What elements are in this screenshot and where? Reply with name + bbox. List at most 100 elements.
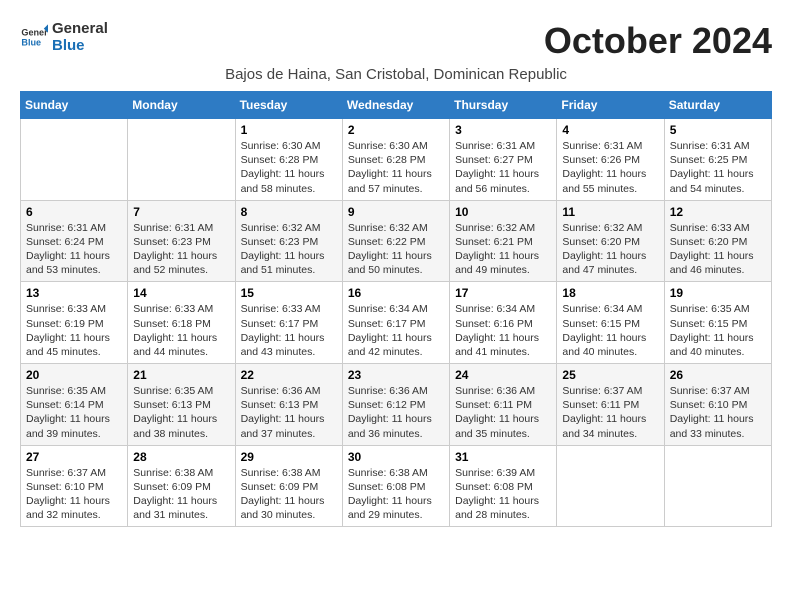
calendar-cell: 15Sunrise: 6:33 AMSunset: 6:17 PMDayligh… xyxy=(235,282,342,364)
day-number: 23 xyxy=(348,368,444,382)
calendar-cell: 17 Sunrise: 6:34 AMSunset: 6:16 PMDayligh… xyxy=(450,282,557,364)
calendar-cell xyxy=(664,445,771,527)
day-info: Sunrise: 6:34 AMSunset: 6:15 PMDaylight:… xyxy=(562,302,658,359)
day-info: Sunrise: 6:32 AMSunset: 6:22 PMDaylight:… xyxy=(348,221,444,278)
day-number: 18 xyxy=(562,286,658,300)
subtitle: Bajos de Haina, San Cristobal, Dominican… xyxy=(20,66,772,83)
header-friday: Friday xyxy=(557,92,664,119)
logo-icon: General Blue xyxy=(20,23,48,51)
day-number: 5 xyxy=(670,123,766,137)
day-info: Sunrise: 6:35 AMSunset: 6:15 PMDaylight:… xyxy=(670,302,766,359)
calendar-cell: 14 Sunrise: 6:33 AMSunset: 6:18 PMDayligh… xyxy=(128,282,235,364)
day-info: Sunrise: 6:34 AMSunset: 6:16 PMDaylight:… xyxy=(455,302,551,359)
day-number: 21 xyxy=(133,368,229,382)
day-number: 8 xyxy=(241,205,337,219)
day-number: 26 xyxy=(670,368,766,382)
logo-line2: Blue xyxy=(52,37,108,54)
day-info: Sunrise: 6:39 AMSunset: 6:08 PMDaylight:… xyxy=(455,466,551,523)
day-number: 13 xyxy=(26,286,122,300)
calendar-cell: 20Sunrise: 6:35 AMSunset: 6:14 PMDayligh… xyxy=(21,364,128,446)
calendar-cell: 10 Sunrise: 6:32 AMSunset: 6:21 PMDayligh… xyxy=(450,200,557,282)
day-number: 25 xyxy=(562,368,658,382)
day-number: 7 xyxy=(133,205,229,219)
day-number: 31 xyxy=(455,450,551,464)
calendar-cell: 12Sunrise: 6:33 AMSunset: 6:20 PMDayligh… xyxy=(664,200,771,282)
day-number: 22 xyxy=(241,368,337,382)
page-header: General Blue General Blue October 2024 xyxy=(20,20,772,62)
day-number: 4 xyxy=(562,123,658,137)
calendar-cell: 9 Sunrise: 6:32 AMSunset: 6:22 PMDaylight… xyxy=(342,200,449,282)
calendar-header-row: SundayMondayTuesdayWednesdayThursdayFrid… xyxy=(21,92,772,119)
calendar-week-2: 6Sunrise: 6:31 AMSunset: 6:24 PMDaylight… xyxy=(21,200,772,282)
day-number: 19 xyxy=(670,286,766,300)
calendar-cell: 24Sunrise: 6:36 AMSunset: 6:11 PMDayligh… xyxy=(450,364,557,446)
calendar-cell: 3 Sunrise: 6:31 AMSunset: 6:27 PMDaylight… xyxy=(450,119,557,201)
day-number: 10 xyxy=(455,205,551,219)
svg-text:Blue: Blue xyxy=(21,37,41,47)
calendar-cell: 7Sunrise: 6:31 AMSunset: 6:23 PMDaylight… xyxy=(128,200,235,282)
calendar-cell: 21 Sunrise: 6:35 AMSunset: 6:13 PMDayligh… xyxy=(128,364,235,446)
calendar-cell: 27 Sunrise: 6:37 AMSunset: 6:10 PMDayligh… xyxy=(21,445,128,527)
calendar-cell: 25 Sunrise: 6:37 AMSunset: 6:11 PMDayligh… xyxy=(557,364,664,446)
day-info: Sunrise: 6:32 AMSunset: 6:21 PMDaylight:… xyxy=(455,221,551,278)
calendar-cell: 11Sunrise: 6:32 AMSunset: 6:20 PMDayligh… xyxy=(557,200,664,282)
day-number: 3 xyxy=(455,123,551,137)
day-number: 2 xyxy=(348,123,444,137)
calendar-cell: 22 Sunrise: 6:36 AMSunset: 6:13 PMDayligh… xyxy=(235,364,342,446)
day-info: Sunrise: 6:38 AMSunset: 6:09 PMDaylight:… xyxy=(133,466,229,523)
day-info: Sunrise: 6:36 AMSunset: 6:12 PMDaylight:… xyxy=(348,384,444,441)
day-number: 17 xyxy=(455,286,551,300)
day-number: 9 xyxy=(348,205,444,219)
calendar-cell: 16Sunrise: 6:34 AMSunset: 6:17 PMDayligh… xyxy=(342,282,449,364)
svg-text:General: General xyxy=(21,28,48,38)
day-number: 16 xyxy=(348,286,444,300)
day-info: Sunrise: 6:37 AMSunset: 6:11 PMDaylight:… xyxy=(562,384,658,441)
day-info: Sunrise: 6:31 AMSunset: 6:24 PMDaylight:… xyxy=(26,221,122,278)
day-info: Sunrise: 6:38 AMSunset: 6:08 PMDaylight:… xyxy=(348,466,444,523)
calendar-cell: 30Sunrise: 6:38 AMSunset: 6:08 PMDayligh… xyxy=(342,445,449,527)
calendar-cell: 28 Sunrise: 6:38 AMSunset: 6:09 PMDayligh… xyxy=(128,445,235,527)
calendar-table: SundayMondayTuesdayWednesdayThursdayFrid… xyxy=(20,91,772,527)
day-info: Sunrise: 6:33 AMSunset: 6:18 PMDaylight:… xyxy=(133,302,229,359)
header-wednesday: Wednesday xyxy=(342,92,449,119)
calendar-cell xyxy=(21,119,128,201)
day-number: 14 xyxy=(133,286,229,300)
day-info: Sunrise: 6:31 AMSunset: 6:25 PMDaylight:… xyxy=(670,139,766,196)
calendar-cell: 5 Sunrise: 6:31 AMSunset: 6:25 PMDaylight… xyxy=(664,119,771,201)
calendar-cell: 4 Sunrise: 6:31 AMSunset: 6:26 PMDaylight… xyxy=(557,119,664,201)
header-tuesday: Tuesday xyxy=(235,92,342,119)
day-info: Sunrise: 6:31 AMSunset: 6:26 PMDaylight:… xyxy=(562,139,658,196)
day-info: Sunrise: 6:33 AMSunset: 6:19 PMDaylight:… xyxy=(26,302,122,359)
calendar-cell xyxy=(128,119,235,201)
day-number: 12 xyxy=(670,205,766,219)
calendar-cell: 19 Sunrise: 6:35 AMSunset: 6:15 PMDayligh… xyxy=(664,282,771,364)
day-number: 29 xyxy=(241,450,337,464)
day-info: Sunrise: 6:35 AMSunset: 6:14 PMDaylight:… xyxy=(26,384,122,441)
day-number: 28 xyxy=(133,450,229,464)
day-number: 24 xyxy=(455,368,551,382)
calendar-cell xyxy=(557,445,664,527)
day-info: Sunrise: 6:36 AMSunset: 6:13 PMDaylight:… xyxy=(241,384,337,441)
header-saturday: Saturday xyxy=(664,92,771,119)
calendar-cell: 18 Sunrise: 6:34 AMSunset: 6:15 PMDayligh… xyxy=(557,282,664,364)
calendar-week-5: 27 Sunrise: 6:37 AMSunset: 6:10 PMDayligh… xyxy=(21,445,772,527)
day-number: 27 xyxy=(26,450,122,464)
calendar-cell: 8Sunrise: 6:32 AMSunset: 6:23 PMDaylight… xyxy=(235,200,342,282)
calendar-cell: 23 Sunrise: 6:36 AMSunset: 6:12 PMDayligh… xyxy=(342,364,449,446)
day-info: Sunrise: 6:35 AMSunset: 6:13 PMDaylight:… xyxy=(133,384,229,441)
calendar-cell: 2 Sunrise: 6:30 AMSunset: 6:28 PMDaylight… xyxy=(342,119,449,201)
calendar-cell: 13 Sunrise: 6:33 AMSunset: 6:19 PMDayligh… xyxy=(21,282,128,364)
logo-line1: General xyxy=(52,20,108,37)
day-info: Sunrise: 6:30 AMSunset: 6:28 PMDaylight:… xyxy=(348,139,444,196)
header-monday: Monday xyxy=(128,92,235,119)
day-info: Sunrise: 6:37 AMSunset: 6:10 PMDaylight:… xyxy=(26,466,122,523)
header-sunday: Sunday xyxy=(21,92,128,119)
day-info: Sunrise: 6:31 AMSunset: 6:27 PMDaylight:… xyxy=(455,139,551,196)
day-info: Sunrise: 6:32 AMSunset: 6:20 PMDaylight:… xyxy=(562,221,658,278)
calendar-cell: 26 Sunrise: 6:37 AMSunset: 6:10 PMDayligh… xyxy=(664,364,771,446)
month-title: October 2024 xyxy=(544,20,772,62)
calendar-cell: 31 Sunrise: 6:39 AMSunset: 6:08 PMDayligh… xyxy=(450,445,557,527)
day-number: 15 xyxy=(241,286,337,300)
day-info: Sunrise: 6:30 AMSunset: 6:28 PMDaylight:… xyxy=(241,139,337,196)
day-info: Sunrise: 6:37 AMSunset: 6:10 PMDaylight:… xyxy=(670,384,766,441)
